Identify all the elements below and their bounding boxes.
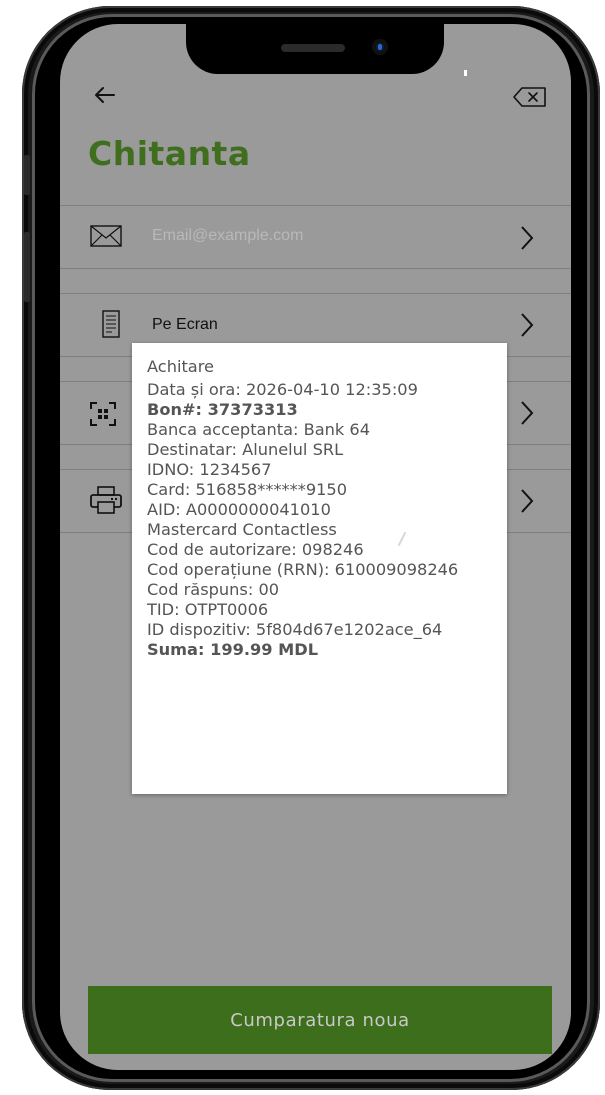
receipt-popup: Achitare Data și ora: 2026-04-10 12:35:0… — [132, 343, 507, 794]
front-camera — [372, 39, 388, 55]
chevron-right-icon — [521, 489, 534, 513]
back-button[interactable] — [90, 80, 120, 110]
status-indicator — [464, 70, 467, 76]
receipt-card: Card: 516858******9150 — [147, 480, 348, 499]
envelope-icon — [90, 225, 122, 247]
chevron-right-icon — [521, 401, 534, 425]
clear-button[interactable] — [512, 86, 548, 108]
arrow-left-icon — [95, 87, 115, 103]
receipt-aid: AID: A0000000041010 — [147, 500, 331, 519]
receipt-acquiring-bank: Banca acceptanta: Bank 64 — [147, 420, 370, 439]
receipt-bon-number: Bon#: 37373313 — [147, 400, 298, 419]
notch — [186, 24, 444, 74]
receipt-response-code: Cod răspuns: 00 — [147, 580, 280, 599]
receipt-heading: Achitare — [147, 357, 214, 376]
backspace-icon — [513, 87, 546, 107]
mute-switch — [24, 155, 30, 195]
app-screen: Chitanta Email@example.com Pe Ecran Achi… — [60, 24, 571, 1070]
chevron-right-icon — [521, 313, 534, 337]
receipt-rrn: Cod operațiune (RRN): 610009098246 — [147, 560, 459, 579]
receipt-total: Suma: 199.99 MDL — [147, 640, 319, 659]
receipt-card-type: Mastercard Contactless — [147, 520, 337, 539]
receipt-idno: IDNO: 1234567 — [147, 460, 272, 479]
on-screen-label: Pe Ecran — [152, 316, 218, 333]
qr-scan-icon — [90, 402, 116, 426]
screen-smudge — [398, 532, 406, 546]
receipt-tid: TID: OTPT0006 — [147, 600, 269, 619]
receipt-auth-code: Cod de autorizare: 098246 — [147, 540, 364, 559]
receipt-icon — [102, 310, 120, 338]
speaker-grille — [281, 44, 345, 52]
chevron-right-icon — [521, 226, 534, 250]
receipt-date-time: Data și ora: 2026-04-10 12:35:09 — [147, 380, 418, 399]
new-purchase-button[interactable]: Cumparatura noua — [88, 986, 552, 1054]
receipt-recipient: Destinatar: Alunelul SRL — [147, 440, 344, 459]
email-receipt-option[interactable]: Email@example.com — [60, 206, 571, 268]
page-title: Chitanta — [88, 134, 251, 173]
divider — [60, 268, 571, 269]
printer-icon — [90, 486, 122, 514]
email-field: Email@example.com — [152, 227, 304, 244]
receipt-device-id: ID dispozitiv: 5f804d67e1202ace_64 — [147, 620, 443, 639]
volume-up-button — [24, 232, 30, 302]
